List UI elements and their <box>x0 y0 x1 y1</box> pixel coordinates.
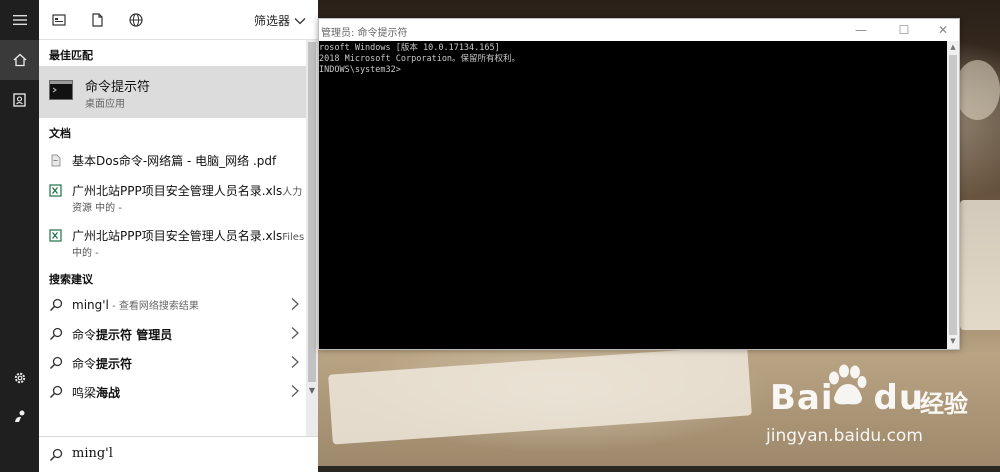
suggestion-item[interactable]: 鸣梁海战 <box>39 380 306 406</box>
document-name: 广州北站PPP项目安全管理人员名录.xlsFiles <box>72 229 305 243</box>
best-match-item[interactable]: 命令提示符 桌面应用 <box>39 66 306 118</box>
results-scrollbar[interactable]: ▼ <box>306 40 318 436</box>
search-input[interactable]: ming'l <box>72 446 113 461</box>
section-best-match: 最佳匹配 <box>49 49 93 62</box>
home-icon[interactable] <box>0 40 39 80</box>
suggestion-text: 鸣梁海战 <box>72 386 121 400</box>
section-documents: 文档 <box>49 127 71 140</box>
document-icon[interactable] <box>89 12 105 28</box>
suggestion-text: 命令提示符 管理员 <box>72 328 173 342</box>
excel-file-icon <box>49 184 62 197</box>
baidu-logo-text: Bai du <box>770 378 925 418</box>
suggestion-item[interactable]: 命令提示符 管理员 <box>39 322 306 348</box>
search-results: 最佳匹配 命令提示符 桌面应用 文档 基本Dos命令-网络篇 - 电脑_网络 .… <box>39 40 306 436</box>
document-name: 广州北站PPP项目安全管理人员名录.xls人力 <box>72 184 303 198</box>
search-icon <box>49 448 63 462</box>
baidu-jingyan-watermark: Bai du 经验 jingyan.baidu.com <box>762 362 992 462</box>
start-rail <box>0 0 39 472</box>
suggestion-item[interactable]: 命令提示符 <box>39 351 306 377</box>
search-icon <box>49 327 63 341</box>
document-location: Files <box>282 232 305 243</box>
best-match-subtitle: 桌面应用 <box>85 99 125 110</box>
scroll-up-arrow-icon[interactable]: ▲ <box>947 43 959 51</box>
globe-icon[interactable] <box>128 12 144 28</box>
suggestion-text: ming'l - 查看网络搜索结果 <box>72 298 199 312</box>
excel-file-icon <box>49 229 62 242</box>
document-sub: 中的 - <box>72 248 99 259</box>
search-icon <box>49 356 63 370</box>
suggestion-item[interactable]: ming'l - 查看网络搜索结果 <box>39 293 306 319</box>
window-title: 管理员: 命令提示符 <box>321 28 408 39</box>
minimize-icon[interactable]: — <box>853 22 869 38</box>
maximize-icon[interactable]: ☐ <box>896 22 912 38</box>
settings-gear-icon[interactable] <box>0 358 39 398</box>
window-titlebar[interactable]: 管理员: 命令提示符 — ☐ ✕ <box>319 19 959 41</box>
chevron-right-icon[interactable] <box>290 355 300 369</box>
chevron-right-icon[interactable] <box>290 384 300 398</box>
best-match-title: 命令提示符 <box>85 80 151 95</box>
chevron-right-icon[interactable] <box>290 326 300 340</box>
wallpaper-paper <box>328 345 752 445</box>
search-box[interactable]: ming'l <box>39 436 318 472</box>
filter-dropdown[interactable]: 筛选器 <box>254 12 306 29</box>
chevron-down-icon <box>294 17 306 24</box>
search-panel: 筛选器 最佳匹配 命令提示符 桌面应用 文档 基本Dos命令-网络篇 - 电脑_… <box>39 0 318 472</box>
apps-icon[interactable] <box>51 12 67 28</box>
hamburger-menu-icon[interactable] <box>0 0 39 40</box>
scroll-down-arrow-icon[interactable]: ▼ <box>947 337 959 345</box>
console-line: rosoft Windows [版本 10.0.17134.165] <box>319 43 500 53</box>
document-name: 基本Dos命令-网络篇 - 电脑_网络 .pdf <box>72 154 277 168</box>
console-line: 2018 Microsoft Corporation。保留所有权利。 <box>319 54 521 64</box>
scrollbar-thumb[interactable] <box>308 42 316 382</box>
notebook-icon[interactable] <box>0 80 39 120</box>
document-item[interactable]: 基本Dos命令-网络篇 - 电脑_网络 .pdf <box>39 152 306 172</box>
scroll-down-arrow-icon[interactable]: ▼ <box>306 386 318 398</box>
jingyan-label: 经验 <box>920 390 968 418</box>
command-prompt-icon <box>49 80 73 100</box>
console-output[interactable]: rosoft Windows [版本 10.0.17134.165] 2018 M… <box>319 41 947 349</box>
scrollbar-thumb[interactable] <box>949 55 957 335</box>
console-scrollbar[interactable]: ▲ ▼ <box>947 41 959 349</box>
document-item[interactable]: 广州北站PPP项目安全管理人员名录.xls人力 资源 中的 - <box>39 182 306 218</box>
document-sub: 资源 中的 - <box>72 203 122 214</box>
search-icon <box>49 298 63 312</box>
filter-label: 筛选器 <box>253 14 290 28</box>
search-toolbar: 筛选器 <box>39 0 318 40</box>
wallpaper-cup <box>955 60 1000 120</box>
suggestion-text: 命令提示符 <box>72 357 133 371</box>
search-icon <box>49 385 63 399</box>
watermark-url: jingyan.baidu.com <box>766 426 923 446</box>
console-line: INDOWS\system32> <box>319 65 401 75</box>
feedback-icon[interactable] <box>0 396 39 436</box>
chevron-right-icon[interactable] <box>290 297 300 311</box>
section-suggestions: 搜索建议 <box>49 273 93 286</box>
taskbar-strip <box>318 466 1000 472</box>
pdf-file-icon <box>51 154 61 167</box>
command-prompt-window[interactable]: 管理员: 命令提示符 — ☐ ✕ rosoft Windows [版本 10.0… <box>318 18 960 350</box>
document-location: 人力 <box>282 187 303 198</box>
document-item[interactable]: 广州北站PPP项目安全管理人员名录.xlsFiles 中的 - <box>39 227 306 263</box>
close-icon[interactable]: ✕ <box>935 22 951 38</box>
wallpaper-paper <box>960 200 1000 330</box>
